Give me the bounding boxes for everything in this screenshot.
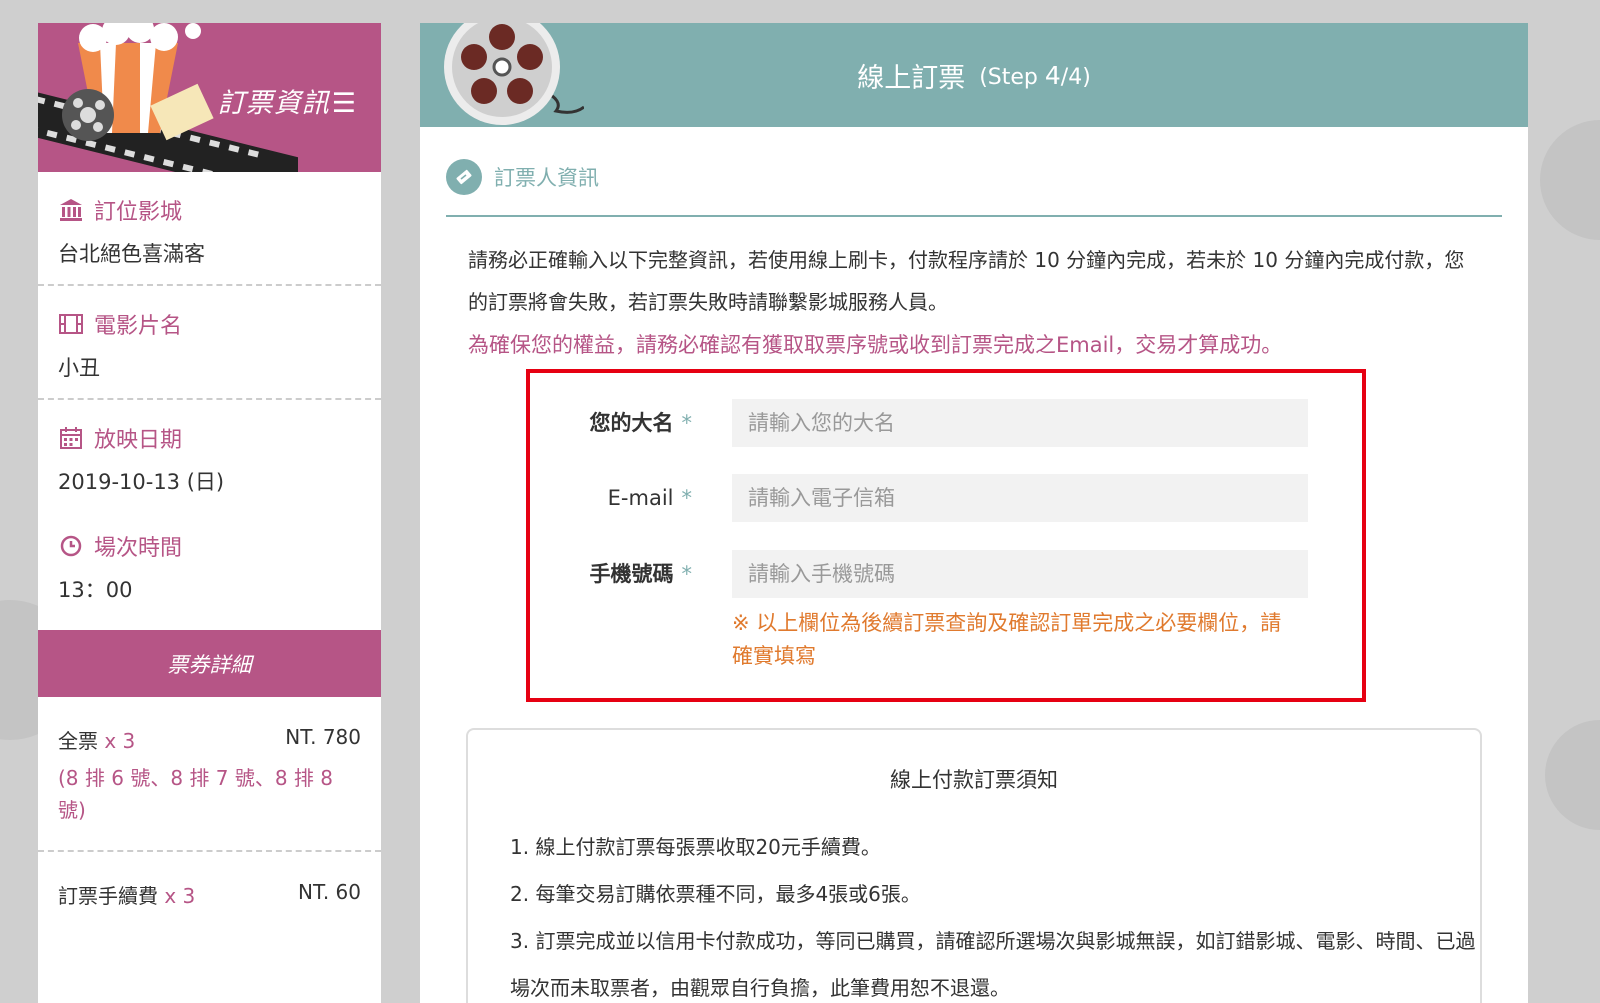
cinema-section: 訂位影城 台北絕色喜滿客 (38, 172, 381, 286)
ticket-row-fee: 訂票手續費 x 3 NT. 60 (38, 852, 381, 933)
email-label: E-mail (607, 486, 674, 510)
ticket-icon (446, 159, 482, 195)
section-header: 訂票人資訊 (446, 159, 1502, 217)
rules-list: 1. 線上付款訂票每張票收取20元手續費。 2. 每筆交易訂購依票種不同，最多4… (510, 824, 1480, 1003)
time-value: 13：00 (58, 578, 133, 602)
phone-label: 手機號碼 (589, 562, 674, 586)
rule-item: 2. 每筆交易訂購依票種不同，最多4張或6張。 (510, 882, 921, 906)
calendar-icon (60, 427, 82, 449)
date-value: 2019-10-13 (日) (58, 470, 225, 494)
name-label: 您的大名 (589, 411, 674, 435)
date-label: 放映日期 (94, 428, 183, 453)
booking-form-panel: 線上訂票 (Step 4/4) 訂票人資訊 請務必正確輸入以下完整資訊，若使用線… (420, 23, 1528, 1003)
ticket-qty: x 3 (164, 884, 196, 908)
required-fields-note: ※ 以上欄位為後續訂票查詢及確認訂單完成之必要欄位，請確實填寫 (732, 611, 1282, 668)
ticket-row-adult: 全票 x 3 NT. 780 (8 排 6 號、8 排 7 號、8 排 8 號) (38, 697, 381, 852)
name-input[interactable] (732, 399, 1308, 447)
building-icon (60, 199, 82, 221)
section-title: 訂票人資訊 (494, 166, 599, 190)
rule-item: 3. 訂票完成並以信用卡付款成功，等同已購買，請確認所選場次與影城無誤，如訂錯影… (510, 929, 1476, 1000)
ticket-price: NT. 60 (298, 880, 361, 904)
movie-section: 電影片名 小丑 (38, 286, 381, 400)
sidebar-header: 訂票資訊☰ (38, 23, 381, 172)
required-mark: * (681, 562, 693, 586)
rule-item: 1. 線上付款訂票每張票收取20元手續費。 (510, 835, 881, 859)
phone-row: 手機號碼 * (530, 550, 1362, 598)
ticket-details-title: 票券詳細 (38, 630, 381, 697)
booking-info-sidebar: 訂票資訊☰ 訂位影城 台北絕色喜滿客 電影片名 小丑 放映日期 2019-10-… (38, 23, 381, 1003)
step-indicator: (Step 4/4) (979, 60, 1091, 90)
ticket-name: 訂票手續費 (58, 884, 158, 908)
ticket-qty: x 3 (104, 729, 136, 753)
movie-value: 小丑 (58, 356, 100, 380)
cinema-label: 訂位影城 (94, 200, 183, 225)
menu-lines-icon: ☰ (331, 88, 357, 119)
film-reel-icon (444, 23, 584, 125)
name-row: 您的大名 * (530, 399, 1362, 447)
payment-rules-box: 線上付款訂票須知 1. 線上付款訂票每張票收取20元手續費。 2. 每筆交易訂購… (466, 728, 1482, 1003)
background-decoration (1545, 720, 1600, 830)
sidebar-title: 訂票資訊☰ (217, 88, 357, 119)
required-mark: * (681, 486, 693, 510)
page-title: 線上訂票 (857, 62, 966, 94)
clock-icon (60, 535, 82, 557)
booker-info-form: 您的大名 * E-mail * 手機號碼 * ※ 以上欄位為後續訂票查詢及確認訂單完成… (526, 369, 1366, 702)
main-header: 線上訂票 (Step 4/4) (420, 23, 1528, 127)
booking-notice: 請務必正確輸入以下完整資訊，若使用線上刷卡，付款程序請於 10 分鐘內完成，若未… (468, 248, 1465, 314)
ticket-price: NT. 780 (285, 725, 361, 749)
ticket-name: 全票 (58, 729, 98, 753)
rules-title: 線上付款訂票須知 (890, 768, 1058, 792)
phone-input[interactable] (732, 550, 1308, 598)
email-input[interactable] (732, 474, 1308, 522)
cinema-value: 台北絕色喜滿客 (58, 242, 205, 266)
email-row: E-mail * (530, 474, 1362, 522)
film-icon (59, 314, 83, 334)
date-section: 放映日期 2019-10-13 (日) (38, 400, 381, 512)
booking-warning: 為確保您的權益，請務必確認有獲取取票序號或收到訂票完成之Email，交易才算成功… (468, 333, 1283, 357)
movie-label: 電影片名 (94, 314, 183, 339)
required-mark: * (681, 411, 693, 435)
time-section: 場次時間 13：00 (38, 512, 381, 630)
background-decoration (1540, 120, 1600, 240)
time-label: 場次時間 (94, 536, 183, 561)
ticket-seats: (8 排 6 號、8 排 7 號、8 排 8 號) (58, 766, 334, 822)
